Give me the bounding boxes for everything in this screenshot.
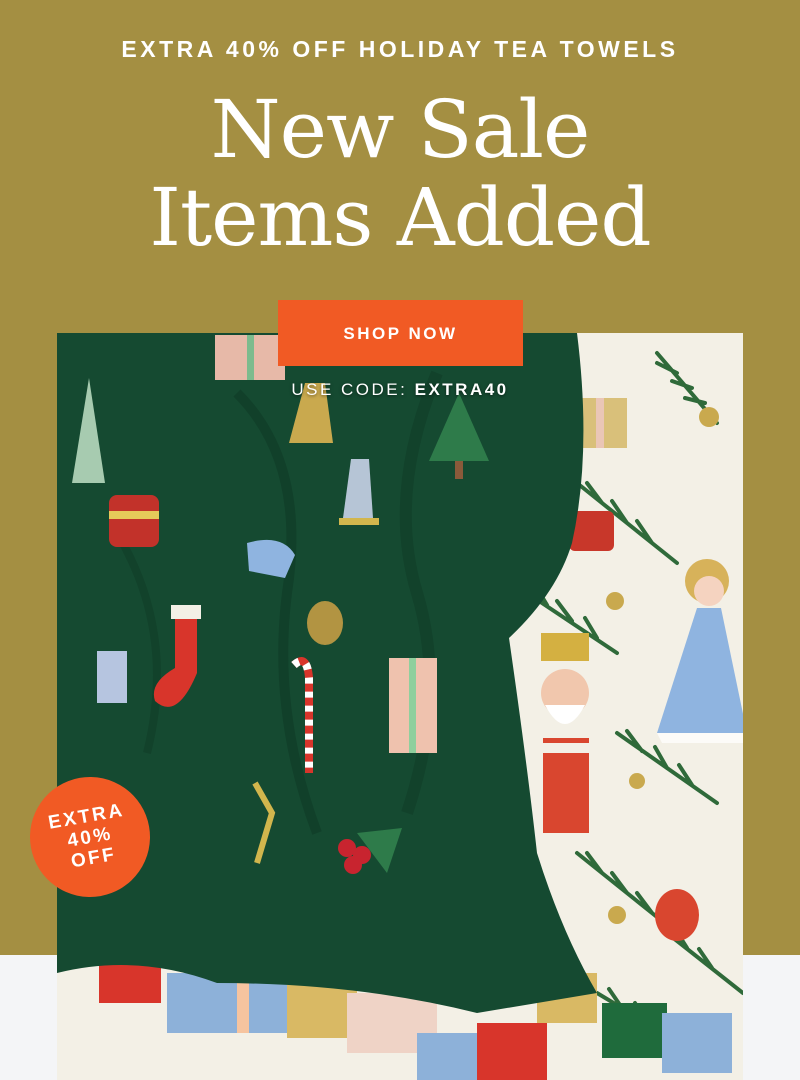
headline-line-1: New Sale [210,83,591,176]
email-banner: EXTRA 40% OFF HOLIDAY TEA TOWELS New Sal… [0,0,800,1080]
promo-eyebrow: EXTRA 40% OFF HOLIDAY TEA TOWELS [121,36,679,62]
promo-code-value: EXTRA40 [414,380,509,399]
headline: New Sale Items Added [0,86,800,262]
tea-towels-photo[interactable] [57,333,743,1080]
promo-code-line: USE CODE: EXTRA40 [0,380,800,400]
headline-line-2: Items Added [149,171,651,264]
shop-now-button[interactable]: SHOP NOW [278,300,523,366]
promo-code-label: USE CODE: [291,380,408,399]
